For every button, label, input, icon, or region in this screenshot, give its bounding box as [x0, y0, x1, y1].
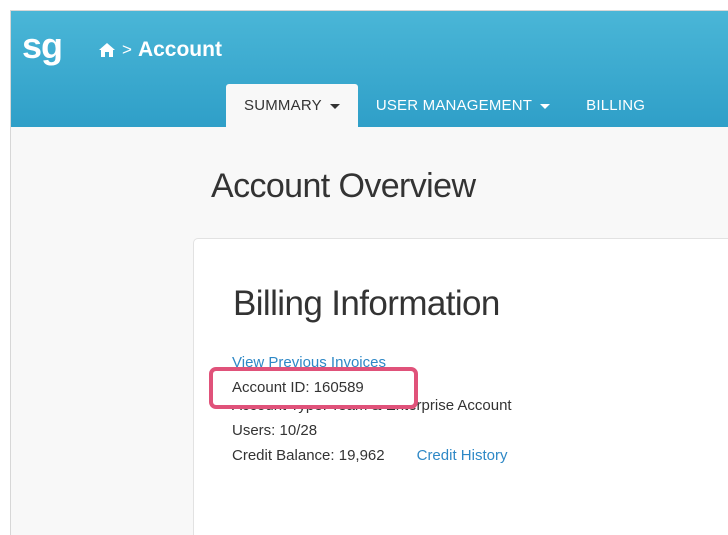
view-invoices-link[interactable]: View Previous Invoices [232, 354, 386, 368]
caret-down-icon [329, 104, 340, 109]
tab-bar: SUMMARY USER MANAGEMENT BILLING [226, 84, 663, 127]
tab-label: BILLING [586, 97, 646, 114]
tab-label: SUMMARY [244, 97, 322, 114]
highlighted-account-id: Account ID: 160589 [232, 379, 364, 396]
home-icon[interactable] [98, 42, 116, 58]
account-id-highlight: Account ID: 160589 [209, 367, 418, 409]
tab-summary[interactable]: SUMMARY [226, 84, 358, 127]
credit-balance-row: Credit Balance: 19,962 Credit History [232, 443, 512, 468]
tab-billing[interactable]: BILLING [568, 84, 663, 127]
tab-user-management[interactable]: USER MANAGEMENT [358, 84, 568, 127]
users-count: Users: 10/28 [232, 422, 318, 439]
logo[interactable]: sg [22, 26, 63, 66]
app-frame: sg > Account SUMMARY USER MANAGEMENT BIL… [10, 10, 728, 535]
breadcrumb-separator: > [122, 40, 132, 59]
tab-label: USER MANAGEMENT [375, 97, 533, 114]
breadcrumb-title: Account [137, 38, 222, 61]
header-bar: sg > Account SUMMARY USER MANAGEMENT BIL… [11, 11, 728, 127]
caret-down-icon [540, 104, 551, 109]
credit-history-link[interactable]: Credit History [417, 447, 508, 464]
credit-balance: Credit Balance: 19,962 [232, 447, 385, 464]
breadcrumb: > Account [98, 38, 222, 62]
page-title: Account Overview [211, 167, 476, 205]
billing-heading: Billing Information [233, 284, 500, 323]
